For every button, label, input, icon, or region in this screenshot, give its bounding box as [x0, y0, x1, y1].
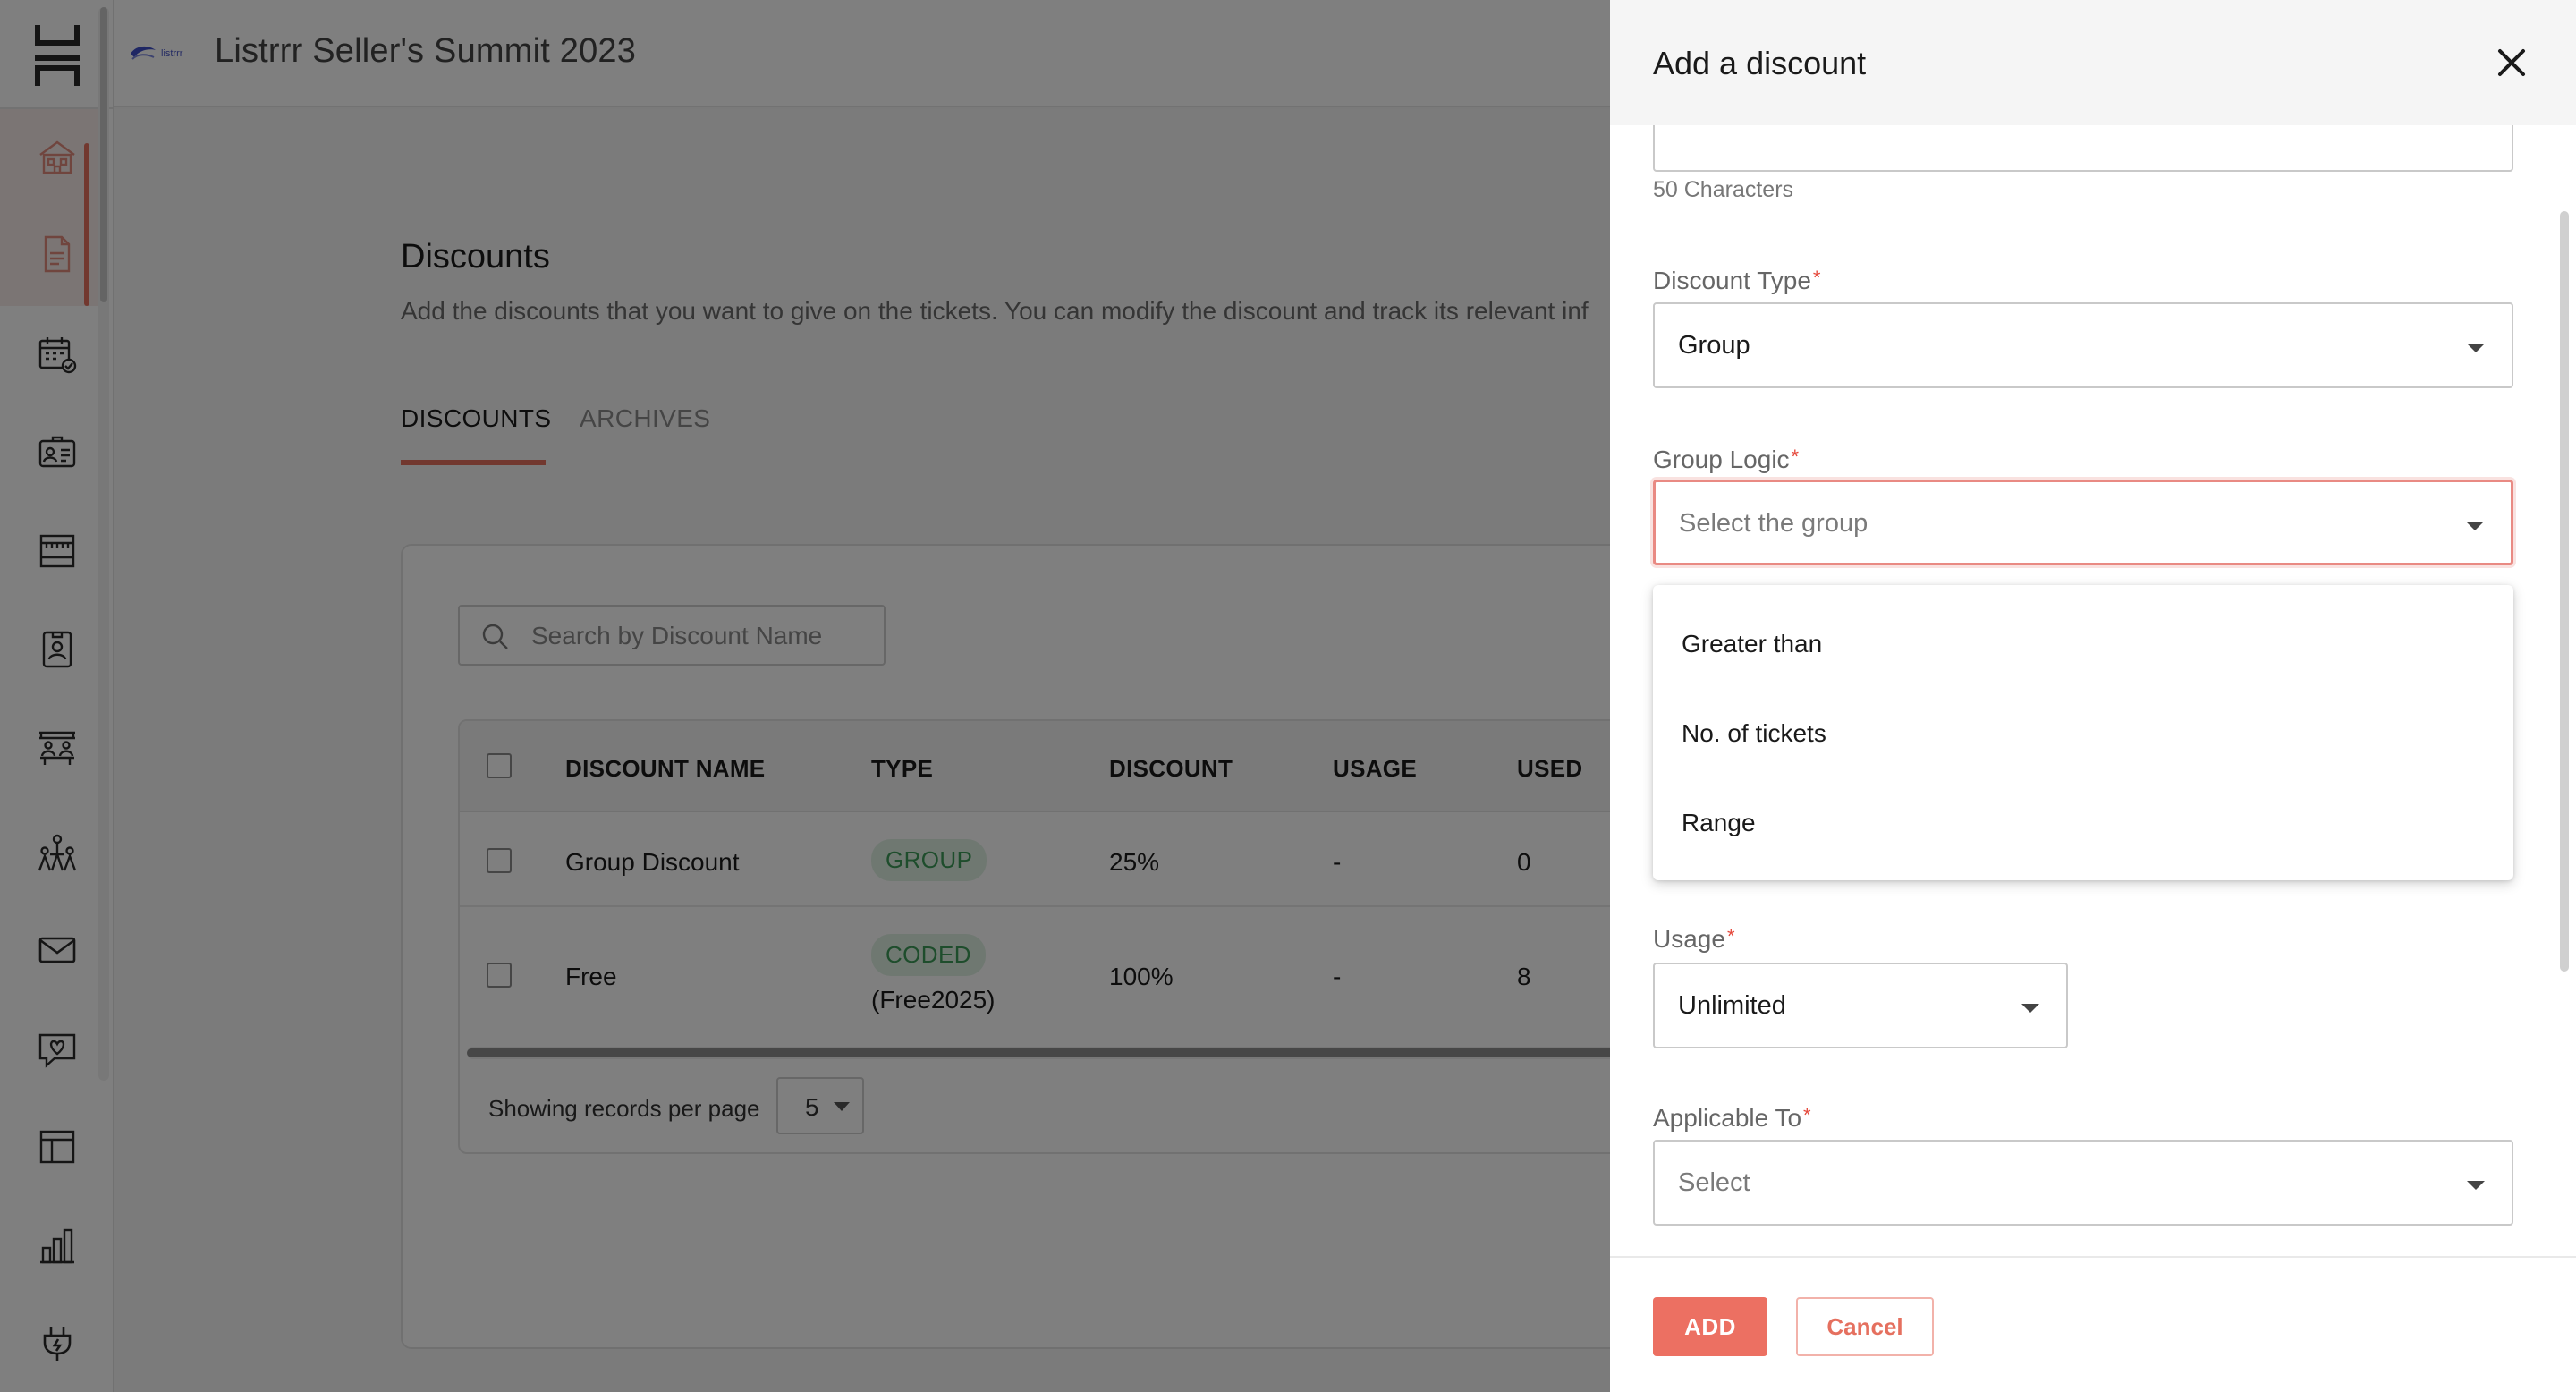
drawer-form: 50 Characters Discount Type* Group Group… — [1610, 125, 2576, 1258]
chevron-down-icon — [2466, 522, 2484, 530]
drawer-footer: ADD Cancel — [1610, 1256, 2576, 1392]
add-button[interactable]: ADD — [1653, 1297, 1767, 1356]
drawer-header: Add a discount — [1610, 0, 2576, 125]
add-discount-drawer: Add a discount 50 Characters Discount Ty… — [1610, 0, 2576, 1392]
discount-type-value: Group — [1678, 331, 1750, 360]
modal-backdrop[interactable] — [0, 0, 1610, 1392]
usage-select[interactable]: Unlimited — [1653, 963, 2068, 1048]
applicable-to-select[interactable]: Select — [1653, 1140, 2513, 1226]
discount-type-select[interactable]: Group — [1653, 302, 2513, 388]
usage-value: Unlimited — [1678, 991, 1786, 1020]
option-no-of-tickets[interactable]: No. of tickets — [1682, 719, 1826, 748]
group-logic-select[interactable]: Select the group — [1653, 480, 2513, 565]
discount-name-field[interactable] — [1653, 125, 2513, 172]
option-greater-than[interactable]: Greater than — [1682, 630, 1822, 658]
discount-type-label: Discount Type* — [1653, 267, 1821, 294]
drawer-scrollbar[interactable] — [2560, 211, 2569, 972]
group-logic-label: Group Logic* — [1653, 446, 1800, 473]
cancel-button[interactable]: Cancel — [1796, 1297, 1934, 1356]
close-button[interactable] — [2490, 41, 2533, 84]
applicable-to-placeholder: Select — [1678, 1168, 1750, 1197]
group-logic-placeholder: Select the group — [1679, 509, 1868, 538]
applicable-to-label: Applicable To* — [1653, 1104, 1811, 1132]
close-icon — [2498, 49, 2525, 76]
drawer-title: Add a discount — [1653, 45, 1867, 81]
chevron-down-icon — [2467, 344, 2485, 352]
chevron-down-icon — [2467, 1181, 2485, 1190]
name-character-limit: 50 Characters — [1653, 177, 1794, 202]
option-range[interactable]: Range — [1682, 809, 1756, 837]
group-logic-dropdown-menu: Greater than No. of tickets Range — [1653, 585, 2513, 880]
usage-label: Usage* — [1653, 925, 1735, 953]
chevron-down-icon — [2021, 1004, 2039, 1013]
